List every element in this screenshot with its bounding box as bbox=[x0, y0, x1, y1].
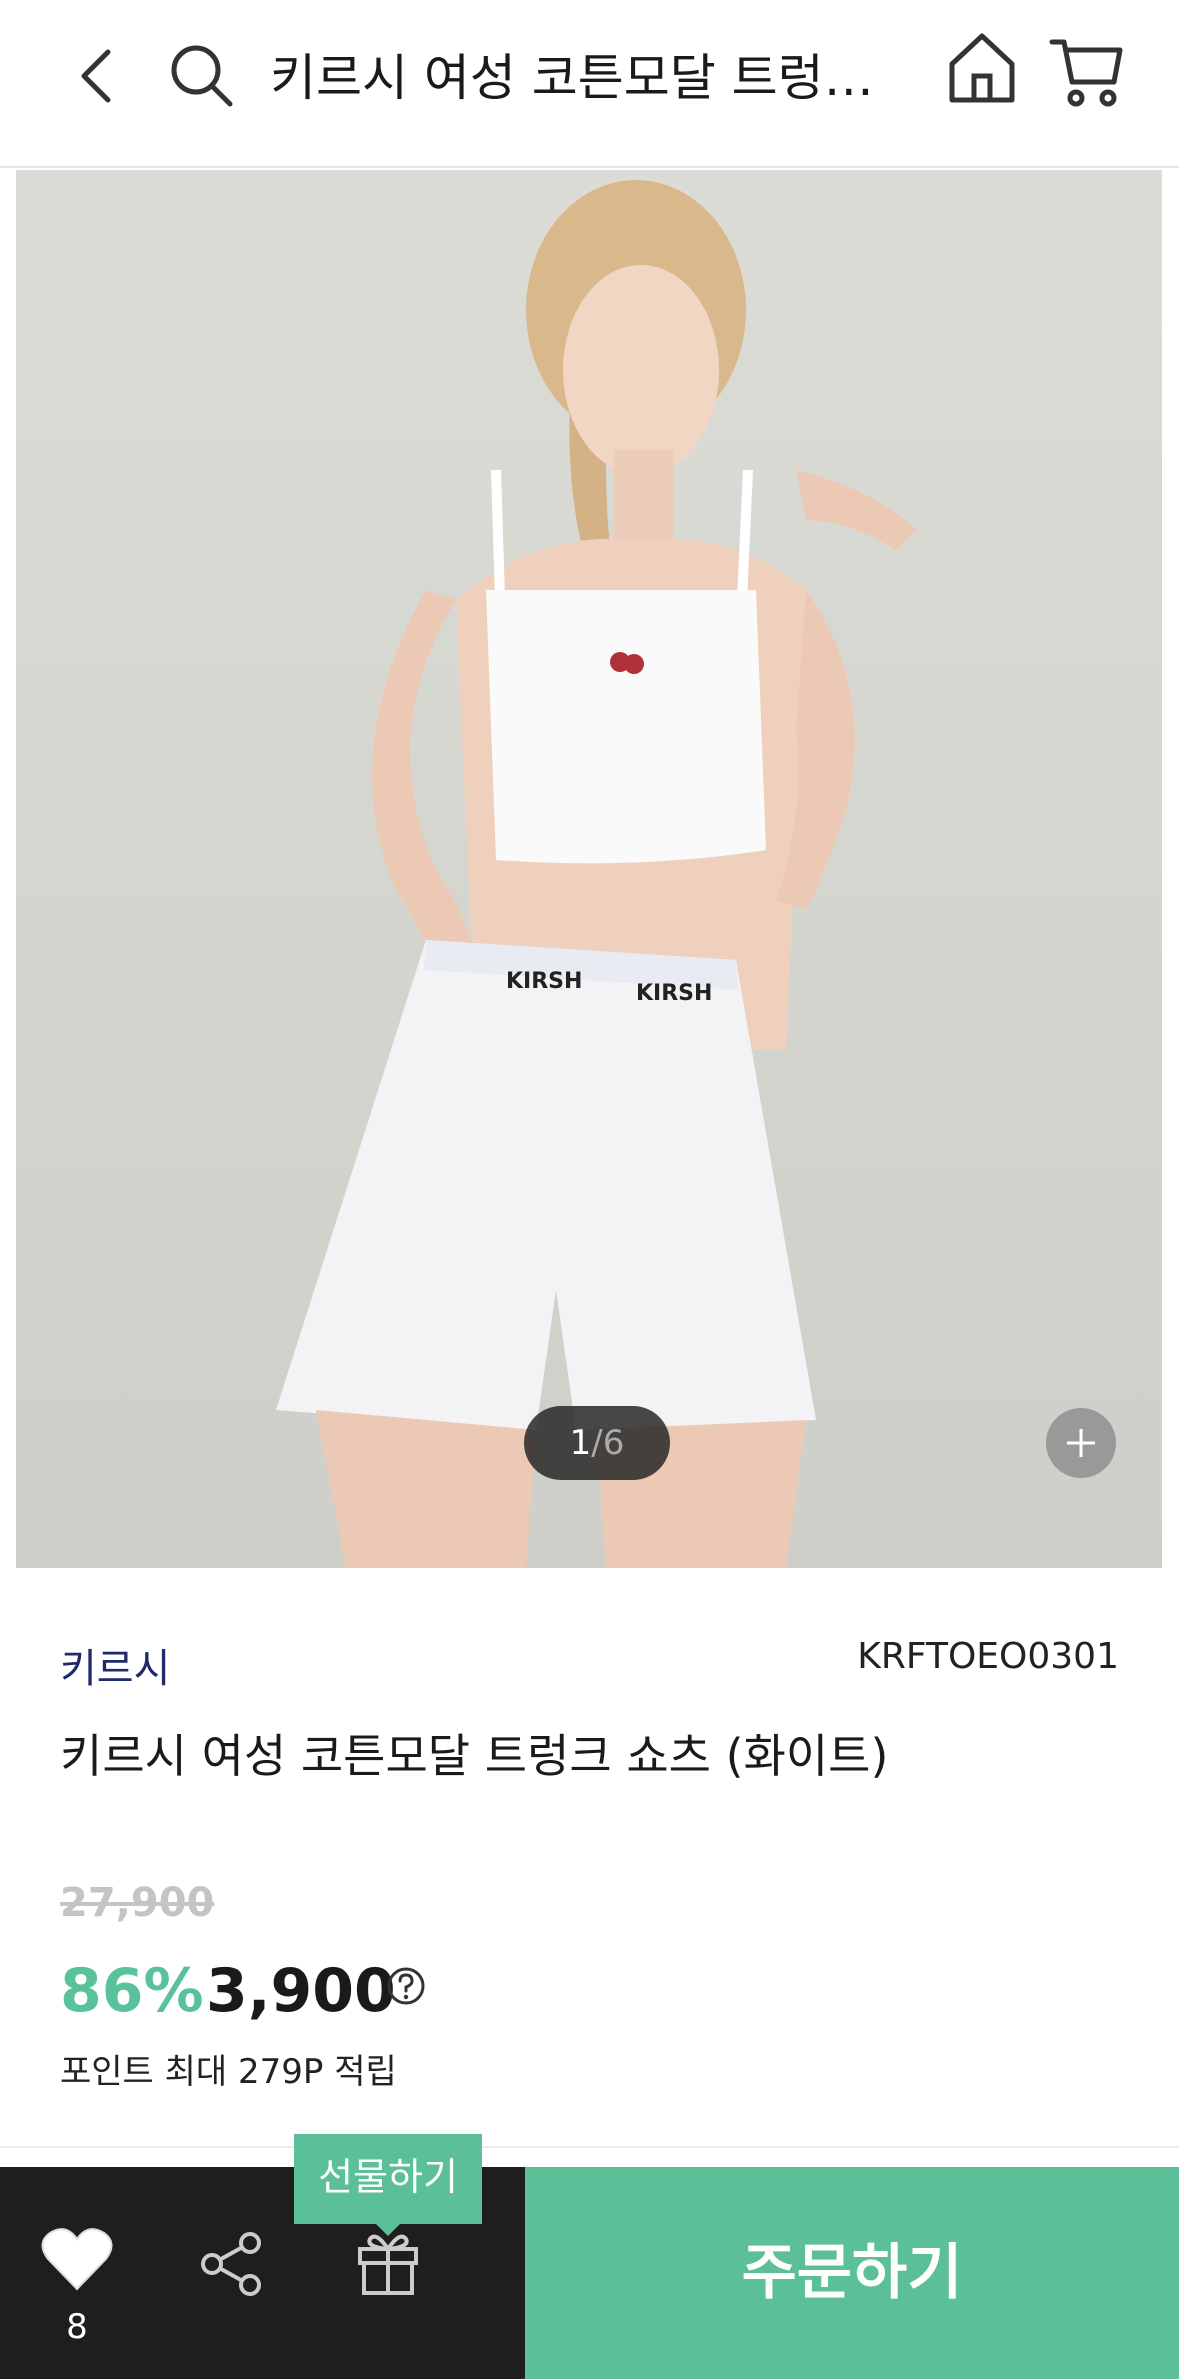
points-info: 포인트 최대 279P 적립 bbox=[60, 2052, 397, 2092]
top-header: 키르시 여성 코튼모달 트렁크 쇼츠 (화이트) bbox=[0, 0, 1179, 168]
like-count: 8 bbox=[66, 2307, 88, 2347]
home-icon[interactable] bbox=[944, 30, 1020, 106]
cart-icon[interactable] bbox=[1048, 34, 1124, 110]
discount-rate: 86% bbox=[60, 1956, 204, 2026]
order-button[interactable]: 주문하기 bbox=[525, 2167, 1179, 2379]
search-icon[interactable] bbox=[166, 40, 236, 110]
waistband-text: KIRSH bbox=[636, 981, 712, 1006]
divider bbox=[0, 2146, 1179, 2148]
current-image-index: 1 bbox=[569, 1423, 592, 1463]
bottom-action-bar: 8 주문하기 bbox=[0, 2167, 1179, 2379]
waistband-text: KIRSH bbox=[506, 969, 582, 994]
product-code: KRFTOEO0301 bbox=[857, 1636, 1119, 1677]
image-counter: 1/6 bbox=[524, 1406, 670, 1480]
gift-tooltip[interactable]: 선물하기 bbox=[294, 2134, 482, 2224]
product-image-gallery[interactable]: KIRSH KIRSH 1/6 bbox=[16, 170, 1162, 1568]
total-images: 6 bbox=[602, 1423, 625, 1463]
question-icon[interactable] bbox=[386, 1966, 426, 2006]
back-arrow-icon[interactable] bbox=[68, 46, 128, 106]
counter-separator: / bbox=[591, 1423, 603, 1463]
original-price: 27,900 bbox=[60, 1880, 215, 1926]
heart-icon[interactable] bbox=[40, 2225, 114, 2293]
sale-price: 3,900 bbox=[206, 1956, 396, 2026]
zoom-plus-icon[interactable] bbox=[1046, 1408, 1116, 1478]
product-photo: KIRSH KIRSH bbox=[16, 170, 1162, 1568]
gift-tooltip-arrow bbox=[374, 2222, 402, 2236]
product-name: 키르시 여성 코튼모달 트렁크 쇼츠 (화이트) bbox=[60, 1729, 889, 1783]
brand-link[interactable]: 키르시 bbox=[60, 1636, 170, 1694]
share-icon[interactable] bbox=[196, 2229, 266, 2299]
page-title[interactable]: 키르시 여성 코튼모달 트렁크 쇼츠 (화이트) bbox=[270, 38, 892, 118]
